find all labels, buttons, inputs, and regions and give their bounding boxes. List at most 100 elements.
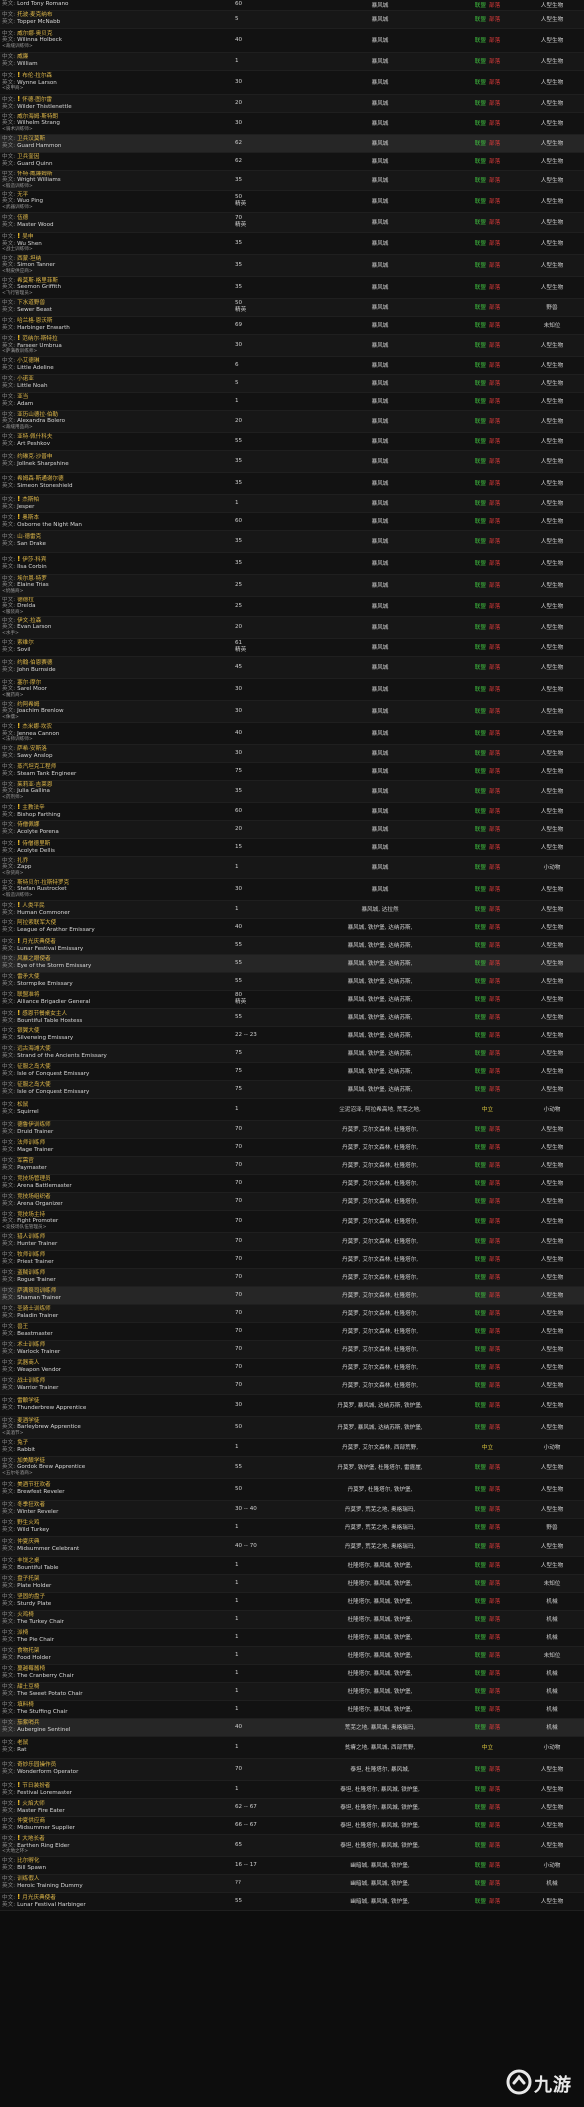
english-name[interactable]: Midsummer Supplier [17, 1825, 75, 1831]
chinese-name[interactable]: 卫兵汉莫斯 [17, 136, 45, 142]
chinese-name[interactable]: 火鸡椅 [17, 1612, 34, 1618]
chinese-name[interactable]: 西蒙·坦纳 [17, 256, 41, 262]
chinese-name[interactable]: 老鼠 [17, 1740, 28, 1746]
chinese-name[interactable]: 猎人训练师 [17, 1234, 45, 1240]
english-name[interactable]: Wild Turkey [17, 1527, 49, 1533]
chinese-name[interactable]: 伊文·拉森 [17, 618, 41, 624]
chinese-name[interactable]: 布伦·拉尔森 [22, 73, 52, 79]
chinese-name[interactable]: 托波·麦克纳布 [17, 12, 52, 18]
table-row[interactable]: 中文: 风暴之眼使者 英文: Eye of the Storm Emissary 55 暴… [0, 954, 584, 973]
table-row[interactable]: 中文: 食物托架 英文: Food Holder 1 杜隆塔尔, 暴风城, 铁炉堡, 联盟部… [0, 1646, 584, 1665]
table-row[interactable]: 中文:! 奥斯本 英文: Osborne the Night Man 60 暴风城 联盟 部落… [0, 512, 584, 531]
npc-name[interactable]: 中文: 军需官 英文: Paymaster [2, 1158, 195, 1171]
english-name[interactable]: Topper McNabb [17, 19, 60, 25]
english-name[interactable]: Seemon Griffith [17, 284, 61, 290]
english-name[interactable]: Silverwing Emissary [17, 1035, 73, 1041]
npc-name[interactable]: 中文: 约翰·伯恩赛德 英文: John Burnside [2, 660, 195, 673]
english-name[interactable]: Acolyte Porena [17, 829, 59, 835]
english-name[interactable]: Acolyte Dellis [17, 848, 55, 854]
table-row[interactable]: 中文: 征服之岛大使 英文: Isle of Conquest Emissary 75 暴… [0, 1080, 584, 1099]
chinese-name[interactable]: 德鲁伊训练师 [17, 1122, 51, 1128]
npc-name[interactable]: 中文: 征服之岛大使 英文: Isle of Conquest Emissary [2, 1064, 195, 1077]
chinese-name[interactable]: 军需官 [17, 1158, 34, 1164]
table-row[interactable]: 中文: 亚当 英文: Adam 1 暴风城 联盟 部落 人型生物 [0, 392, 584, 411]
english-name[interactable]: Joachim Brenlow [17, 708, 63, 714]
chinese-name[interactable]: 萨希·安斯洛 [17, 746, 47, 752]
english-name[interactable]: Farseer Umbrua [17, 343, 62, 349]
chinese-name[interactable]: 蔓越莓酱椅 [17, 1666, 45, 1672]
table-row[interactable]: 中文:! 吴申 英文: Wu Shen <战士训练师> 35 暴风城 联盟 部落 人型生物 [0, 232, 584, 255]
table-row[interactable]: 中文: 丰饶之桌 英文: Bountiful Table 1 杜隆塔尔, 暴风城, 铁炉堡… [0, 1556, 584, 1575]
english-name[interactable]: Master Wood [17, 222, 53, 228]
english-name[interactable]: Fight Promoter [17, 1218, 58, 1224]
table-row[interactable]: 中文: 远古海滩大使 英文: Strand of the Ancients Emiss… [0, 1044, 584, 1063]
table-row[interactable]: 中文: 伍德 英文: Master Wood 70 精英 暴风城 联盟 部落 人型生物 [0, 212, 584, 233]
npc-name[interactable]: 中文:! 范纳尔·斯特拉 英文: Farseer Umbrua <萨满教训练师> [2, 335, 195, 355]
npc-name[interactable]: 中文: 圣骑士训练师 英文: Paladin Trainer [2, 1306, 195, 1319]
table-row[interactable]: 中文: 甜土豆椅 英文: The Sweet Potato Chair 1 杜隆塔尔, 暴… [0, 1682, 584, 1701]
npc-name[interactable]: 中文: 希姆森·斯通谢尔德 英文: Simeon Stoneshield [2, 476, 195, 489]
english-name[interactable]: Priest Trainer [17, 1259, 54, 1265]
chinese-name[interactable]: 月光庆典使者 [22, 939, 56, 945]
npc-name[interactable]: 中文:! 月光庆典使者 英文: Lunar Festival Harbinger [2, 1894, 195, 1908]
npc-name[interactable]: 中文: 征服之岛大使 英文: Isle of Conquest Emissary [2, 1082, 195, 1095]
table-row[interactable]: 中文: 威尔娜·奥贝克 英文: Wilinna Holbeck <裁缝训练师> 40 暴风城… [0, 28, 584, 53]
table-row[interactable]: 中文: 侍僧佩娜 英文: Acolyte Porena 20 暴风城 联盟 部落 人型生物 [0, 820, 584, 839]
table-row[interactable]: 中文:! 布伦·拉尔森 英文: Wynne Larson <皮甲商> 30 暴风城 联盟 部落人… [0, 70, 584, 95]
chinese-name[interactable]: 填料椅 [17, 1702, 34, 1708]
english-name[interactable]: The Pie Chair [17, 1637, 54, 1643]
table-row[interactable]: 英文: Lord Tony Romano 60 暴风城 联盟 部落 人型生物 [0, 0, 584, 11]
chinese-name[interactable]: 威尔娜·奥贝克 [17, 31, 52, 37]
npc-name[interactable]: 中文: 食物托架 英文: Food Holder [2, 1648, 195, 1661]
chinese-name[interactable]: 茄紫哨兵 [17, 1720, 39, 1726]
table-row[interactable]: 中文: 无平 英文: Wuo Ping <武器训练师> 50 精英 暴风城 联盟 部落 人型生物 [0, 190, 584, 213]
chinese-name[interactable]: 奇妙乐园操作员 [17, 1762, 56, 1768]
table-row[interactable]: 中文: 小诺亚 英文: Little Noah 5 暴风城 联盟 部落 人型生物 [0, 374, 584, 393]
table-row[interactable]: 中文: 猎人训练师 英文: Hunter Trainer 70 丹莫罗, 艾尔文森林, 杜… [0, 1232, 584, 1251]
chinese-name[interactable]: 奥斯本 [22, 515, 39, 521]
english-name[interactable]: Arena Battlemaster [17, 1183, 72, 1189]
chinese-name[interactable]: 小诺亚 [17, 376, 34, 382]
english-name[interactable]: Arena Organizer [17, 1201, 63, 1207]
table-row[interactable]: 中文: 火鸡椅 英文: The Turkey Chair 1 杜隆塔尔, 暴风城, 铁炉堡… [0, 1610, 584, 1629]
npc-name[interactable]: 中文: 法师训练师 英文: Mage Trainer [2, 1140, 195, 1153]
table-row[interactable]: 中文: 雷酿学徒 英文: Thunderbrew Apprentice 30 丹莫罗, 暴… [0, 1394, 584, 1417]
table-row[interactable]: 中文:! 怀德·图尔雷 英文: Wilder Thistlenettle 20 暴风城 联盟… [0, 94, 584, 113]
table-row[interactable]: 中文: 蒸汽坦克工程师 英文: Steam Tank Engineer 75 暴风城 联盟部… [0, 762, 584, 781]
chinese-name[interactable]: 甜土豆椅 [17, 1684, 39, 1690]
table-row[interactable]: 中文:! 范纳尔·斯特拉 英文: Farseer Umbrua <萨满教训练师> 30 暴风… [0, 334, 584, 357]
npc-name[interactable]: 中文:! 奥斯本 英文: Osborne the Night Man [2, 514, 195, 528]
table-row[interactable]: 中文: 征服之岛大使 英文: Isle of Conquest Emissary 75 暴… [0, 1062, 584, 1081]
table-row[interactable]: 中文: 约琳克·沙普申 英文: Jollnek Sharpshine 35 暴风城 联盟 部落… [0, 450, 584, 473]
table-row[interactable]: 中文: 索维尔 英文: Sovil 61 精英 暴风城 联盟 部落 人型生物 [0, 638, 584, 657]
table-row[interactable]: 中文:! 月光庆典使者 英文: Lunar Festival Emissary 55 暴风… [0, 936, 584, 955]
npc-name[interactable]: 中文: 战士训练师 英文: Warrior Trainer [2, 1378, 195, 1391]
english-name[interactable]: Wonderform Operator [17, 1769, 78, 1775]
chinese-name[interactable]: 训练假人 [17, 1876, 39, 1882]
table-row[interactable]: 中文: 派椅 英文: The Pie Chair 1 杜隆塔尔, 暴风城, 铁炉堡, 联盟部… [0, 1628, 584, 1647]
table-row[interactable]: 中文:! 人类平民 英文: Human Commoner 1 暴风城, 达拉然 联盟 部落 人型… [0, 900, 584, 919]
english-name[interactable]: Stefan Rustrocket [17, 886, 67, 892]
npc-name[interactable]: 中文:! 人类平民 英文: Human Commoner [2, 902, 195, 916]
english-name[interactable]: Lunar Festival Emissary [17, 946, 83, 952]
table-row[interactable]: 中文: 武器商人 英文: Weapon Vendor 70 丹莫罗, 艾尔文森林, 杜隆塔… [0, 1358, 584, 1377]
chinese-name[interactable]: 蒸汽坦克工程师 [17, 764, 56, 770]
english-name[interactable]: Brewfest Reveler [17, 1489, 64, 1495]
npc-name[interactable]: 中文: 希莫斯·格里菲斯 英文: Seemon Griffith <飞行管理员> [2, 278, 195, 297]
npc-name[interactable]: 中文:! 杰米娜·坎农 英文: Jennea Cannon <法师训练师> [2, 723, 195, 743]
table-row[interactable]: 中文: 卫兵汉莫斯 英文: Guard Hammon 62 暴风城 联盟 部落 人型生物 [0, 134, 584, 153]
table-row[interactable]: 中文: 坚固的盘子 英文: Sturdy Plate 1 杜隆塔尔, 暴风城, 铁炉堡, 联… [0, 1592, 584, 1611]
chinese-name[interactable]: 术士训练师 [17, 1342, 45, 1348]
npc-name[interactable]: 中文:! 伊莎·科宾 英文: Ilsa Corbin [2, 556, 195, 570]
table-row[interactable]: 中文: 卫兵奎因 英文: Guard Quinn 62 暴风城 联盟 部落 人型生物 [0, 152, 584, 171]
table-row[interactable]: 中文: 西蒙·坦纳 英文: Simon Tanner <制皮供应商> 35 暴风城 联盟 部落人… [0, 254, 584, 277]
npc-name[interactable]: 中文: 塞尔·摩尔 英文: Sarel Moor <魔药商> [2, 680, 195, 699]
npc-name[interactable]: 中文: 亚当 英文: Adam [2, 394, 195, 407]
npc-name[interactable]: 中文: 蒸汽坦克工程师 英文: Steam Tank Engineer [2, 764, 195, 777]
english-name[interactable]: Lunar Festival Harbinger [17, 1902, 86, 1908]
npc-name[interactable]: 中文: 亚特·佩什科夫 英文: Art Peshkov [2, 434, 195, 447]
chinese-name[interactable]: 索维尔 [17, 640, 34, 646]
chinese-name[interactable]: 盘子托架 [17, 1576, 39, 1582]
npc-name[interactable]: 中文: 伍德 英文: Master Wood [2, 215, 195, 228]
english-name[interactable]: Harbinger Enwarth [17, 325, 70, 331]
